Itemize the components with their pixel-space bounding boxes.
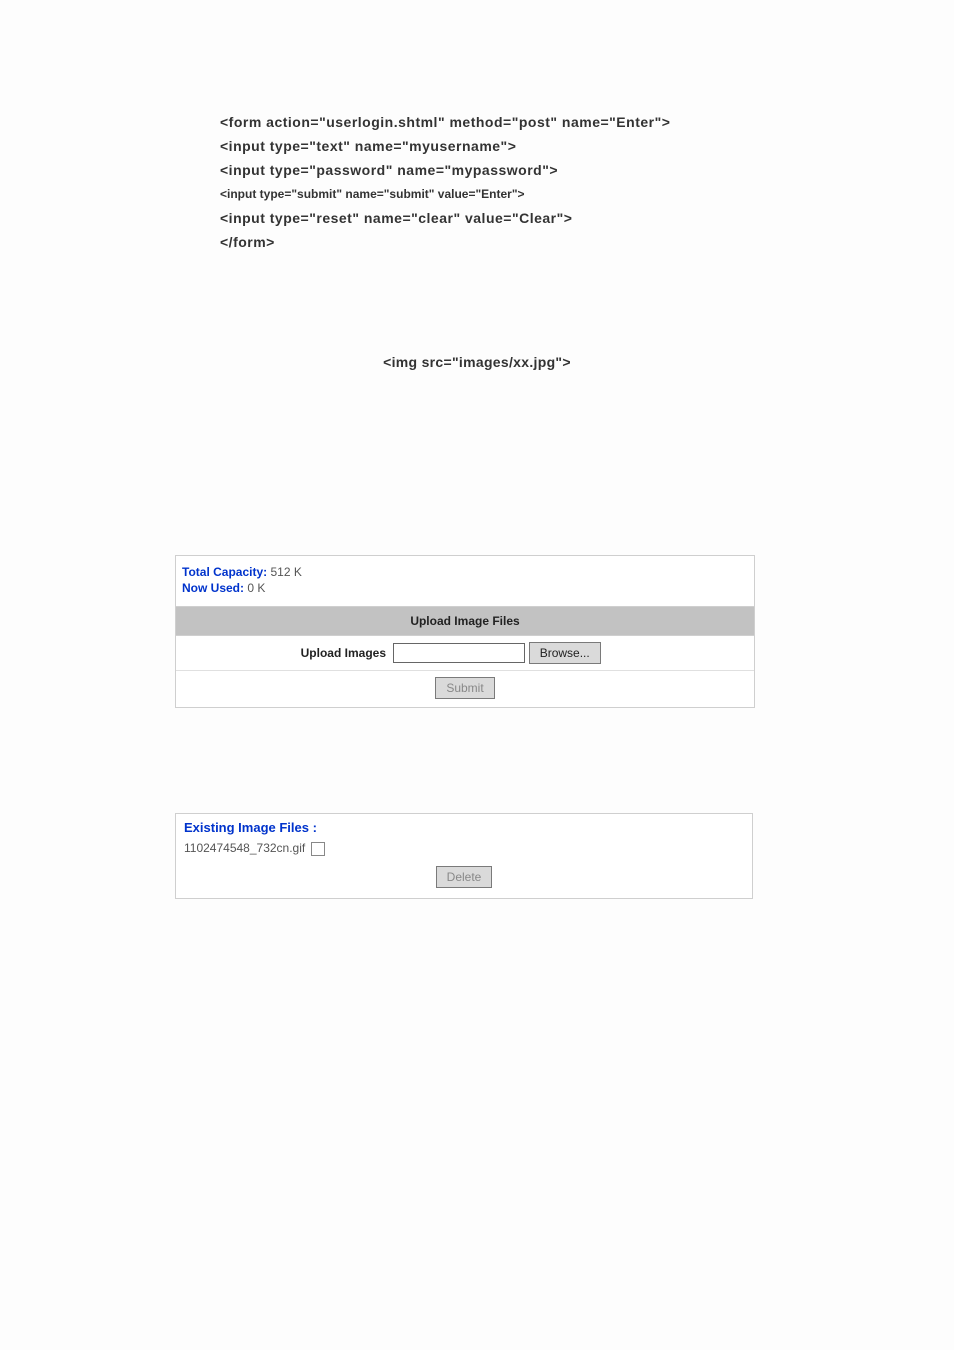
submit-button[interactable]: Submit (435, 677, 494, 699)
code-sample-block: <form action="userlogin.shtml" method="p… (220, 110, 954, 254)
file-checkbox[interactable] (311, 842, 325, 856)
delete-button[interactable]: Delete (436, 866, 493, 888)
existing-files-heading: Existing Image Files : (184, 820, 744, 835)
capacity-info: Total Capacity: 512 K Now Used: 0 K (176, 556, 754, 606)
code-line: <input type="password" name="mypassword"… (220, 158, 954, 182)
now-used-value: 0 K (247, 581, 265, 595)
code-line: <input type="reset" name="clear" value="… (220, 206, 954, 230)
existing-files-panel: Existing Image Files : 1102474548_732cn.… (175, 813, 753, 899)
submit-row: Submit (176, 670, 754, 707)
delete-row: Delete (184, 866, 744, 888)
now-used-label: Now Used: (182, 581, 244, 595)
img-tag-sample: <img src="images/xx.jpg"> (0, 354, 954, 370)
code-line: <input type="text" name="myusername"> (220, 134, 954, 158)
file-path-input[interactable] (393, 643, 525, 663)
file-name: 1102474548_732cn.gif (184, 841, 305, 855)
file-row: 1102474548_732cn.gif (184, 841, 744, 856)
browse-button[interactable]: Browse... (529, 642, 601, 664)
upload-section-header: Upload Image Files (176, 606, 754, 636)
code-line: <form action="userlogin.shtml" method="p… (220, 110, 954, 134)
total-capacity-value: 512 K (270, 565, 301, 579)
code-line: </form> (220, 230, 954, 254)
upload-row: Upload Images Browse... (176, 636, 754, 670)
total-capacity-label: Total Capacity: (182, 565, 267, 579)
upload-panel: Total Capacity: 512 K Now Used: 0 K Uplo… (175, 555, 755, 708)
code-line: <input type="submit" name="submit" value… (220, 182, 954, 206)
upload-images-label: Upload Images (176, 646, 390, 660)
